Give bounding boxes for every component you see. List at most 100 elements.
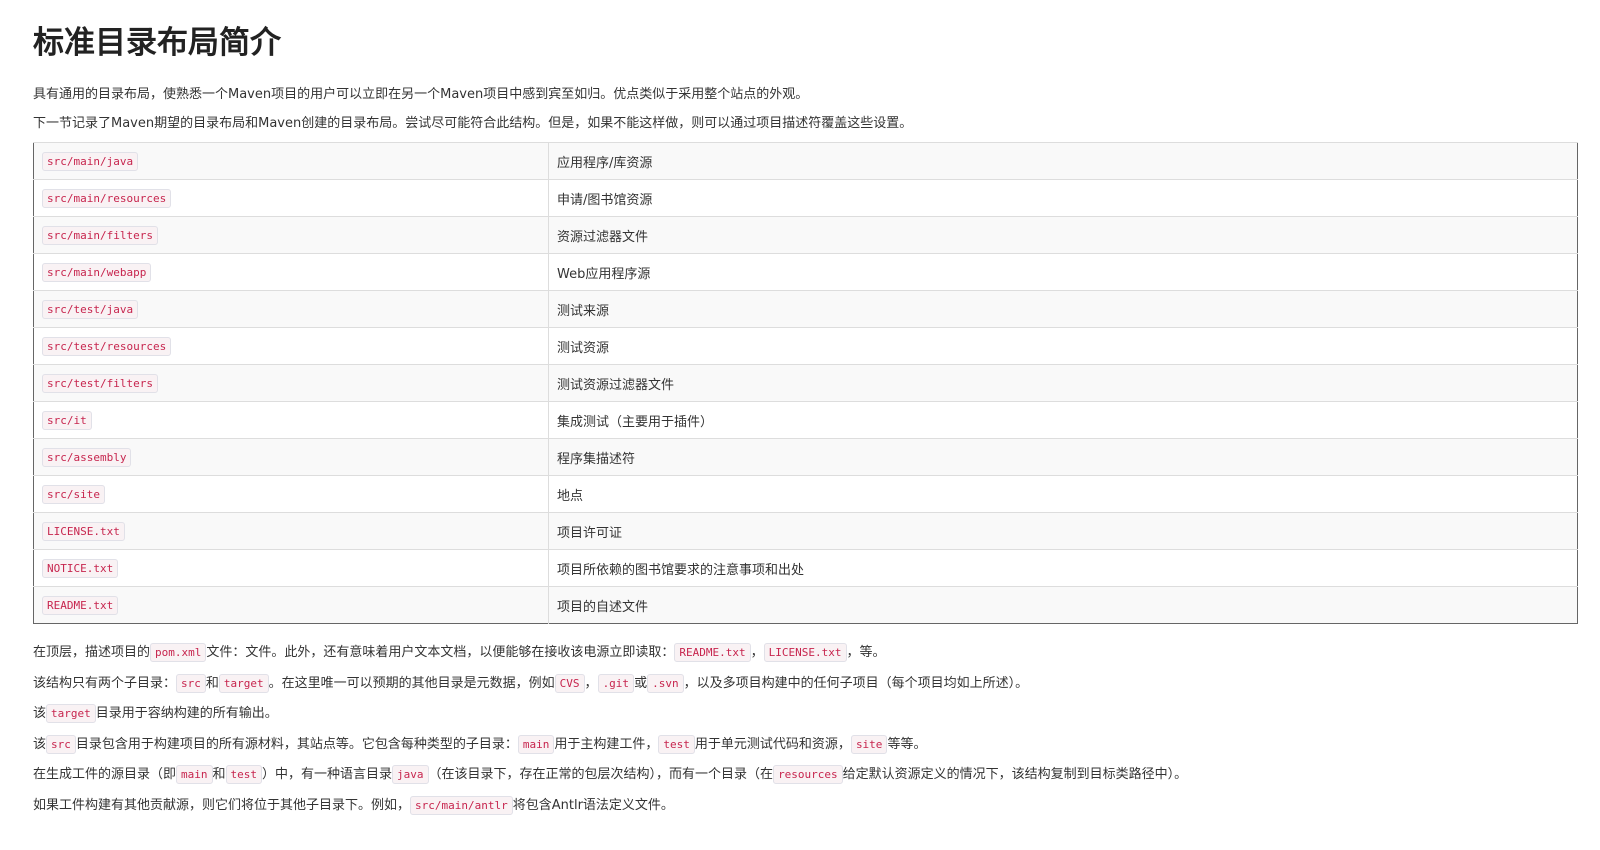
explanation-section: 在顶层，描述项目的 pom.xml 文件：文件。此外，还有意味着用户文本文档，以便能… [33, 638, 1578, 821]
path-code: src/test/java [42, 299, 139, 319]
path-code: src/test/resources [42, 336, 172, 356]
text-span: 该 [33, 736, 47, 752]
article: 标准目录布局简介 具有通用的目录布局，使熟悉一个Maven项目的用户可以立即在另… [33, 18, 1578, 821]
inline-code: src/main/antlr [410, 795, 513, 815]
path-cell: LICENSE.txt [33, 512, 549, 550]
inline-code: src [176, 673, 206, 693]
path-cell: src/test/resources [33, 327, 549, 365]
table-row: NOTICE.txt 项目所依赖的图书馆要求的注意事项和出处 [33, 549, 1578, 587]
table-row: LICENSE.txt 项目许可证 [33, 512, 1578, 550]
intro-paragraph-2: 下一节记录了Maven期望的目录布局和Maven创建的目录布局。尝试尽可能符合此… [33, 116, 913, 131]
directory-layout-table: src/main/java 应用程序/库资源 src/main/resource… [33, 142, 1578, 624]
inline-code: resources [773, 765, 843, 784]
description-cell: 地点 [548, 475, 1578, 513]
description-cell: Web应用程序源 [548, 253, 1578, 291]
paragraph-subdirectories: 该结构只有两个子目录： src 和 target 。在这里唯一可以预期的其他目录是元数据… [33, 669, 1578, 700]
inline-code: test [225, 765, 263, 784]
path-code: README.txt [42, 595, 119, 615]
table-row: src/main/java 应用程序/库资源 [33, 142, 1578, 180]
text-span: （在该目录下，存在正常的包层次结构），而有一个目录（在 [428, 767, 774, 782]
inline-code: target [218, 673, 269, 693]
text-span: 给定默认资源定义的情况下，该结构复制到目标类路径中）。 [842, 767, 1188, 782]
intro-paragraph-1: 具有通用的目录布局，使熟悉一个Maven项目的用户可以立即在另一个Maven项目… [33, 87, 809, 102]
text-span: 等等。 [887, 736, 927, 752]
text-span: ， [584, 675, 598, 691]
table-row: src/main/resources 申请/图书馆资源 [33, 179, 1578, 217]
text-span: 如果工件构建有其他贡献源，则它们将位于其他子目录下。例如， [33, 797, 411, 813]
description-cell: 测试资源过滤器文件 [548, 364, 1578, 402]
path-code: src/it [42, 410, 92, 430]
text-span: 目录包含用于构建项目的所有源材料，其站点等。它包含每种类型的子目录： [75, 736, 518, 752]
table-row: src/site 地点 [33, 475, 1578, 513]
path-code: src/main/resources [42, 188, 172, 208]
path-code: LICENSE.txt [42, 521, 125, 541]
path-code: src/site [42, 484, 105, 504]
path-cell: src/site [33, 475, 549, 513]
inline-code: LICENSE.txt [763, 643, 847, 662]
path-cell: src/assembly [33, 438, 549, 476]
description-cell: 测试资源 [548, 327, 1578, 365]
table-row: src/main/webapp Web应用程序源 [33, 253, 1578, 291]
inline-code: README.txt [674, 643, 751, 662]
text-span: 和 [212, 767, 226, 782]
path-code: src/assembly [42, 447, 132, 467]
table-row: src/assembly 程序集描述符 [33, 438, 1578, 476]
text-span: ，等。 [846, 645, 886, 660]
paragraph-src: 该 src 目录包含用于构建项目的所有源材料，其站点等。它包含每种类型的子目录： ma… [33, 730, 1578, 761]
text-span: 或 [634, 675, 648, 691]
table-row: src/test/filters 测试资源过滤器文件 [33, 364, 1578, 402]
path-code: NOTICE.txt [42, 558, 119, 578]
description-cell: 项目的自述文件 [548, 586, 1578, 624]
table-row: src/test/java 测试来源 [33, 290, 1578, 328]
text-span: 用于主构建工件， [554, 736, 659, 752]
text-span: ）中，有一种语言目录 [262, 767, 393, 782]
inline-code: src [46, 734, 76, 754]
paragraph-source-dirs: 在生成工件的源目录（即 main 和 test ）中，有一种语言目录 java （在该目录下… [33, 760, 1578, 791]
text-span: 和 [205, 675, 219, 691]
text-span: ， [750, 645, 764, 660]
path-code: src/test/filters [42, 373, 158, 393]
path-cell: src/main/filters [33, 216, 549, 254]
path-code: src/main/webapp [42, 262, 152, 282]
description-cell: 申请/图书馆资源 [548, 179, 1578, 217]
text-span: 该结构只有两个子目录： [33, 675, 177, 691]
page-title: 标准目录布局简介 [33, 25, 281, 61]
path-code: src/main/java [42, 151, 139, 171]
inline-code: CVS [554, 673, 585, 693]
description-cell: 程序集描述符 [548, 438, 1578, 476]
table-row: src/test/resources 测试资源 [33, 327, 1578, 365]
description-cell: 应用程序/库资源 [548, 142, 1578, 180]
path-cell: src/main/java [33, 142, 549, 180]
inline-code: target [46, 704, 96, 723]
path-cell: README.txt [33, 586, 549, 624]
description-cell: 测试来源 [548, 290, 1578, 328]
path-cell: src/it [33, 401, 549, 439]
text-span: 在生成工件的源目录（即 [33, 767, 177, 782]
paragraph-other-sources: 如果工件构建有其他贡献源，则它们将位于其他子目录下。例如， src/main/an… [33, 791, 1578, 822]
path-cell: src/test/filters [33, 364, 549, 402]
inline-code: pom.xml [150, 643, 207, 662]
description-cell: 集成测试（主要用于插件） [548, 401, 1578, 439]
table-row: src/it 集成测试（主要用于插件） [33, 401, 1578, 439]
description-cell: 资源过滤器文件 [548, 216, 1578, 254]
path-cell: src/main/resources [33, 179, 549, 217]
text-span: 用于单元测试代码和资源， [694, 736, 851, 752]
inline-code: java [392, 765, 429, 784]
text-span: 在顶层，描述项目的 [33, 645, 151, 660]
text-span: 目录用于容纳构建的所有输出。 [95, 706, 278, 721]
inline-code: site [850, 734, 888, 754]
table-row: src/main/filters 资源过滤器文件 [33, 216, 1578, 254]
description-cell: 项目许可证 [548, 512, 1578, 550]
path-code: src/main/filters [42, 225, 158, 245]
table-row: README.txt 项目的自述文件 [33, 586, 1578, 624]
inline-code: main [176, 765, 213, 784]
inline-code: test [658, 734, 695, 754]
text-span: 该 [33, 706, 47, 721]
path-cell: src/main/webapp [33, 253, 549, 291]
paragraph-top-level: 在顶层，描述项目的 pom.xml 文件：文件。此外，还有意味着用户文本文档，以便能… [33, 638, 1578, 669]
inline-code: main [517, 734, 555, 754]
text-span: 将包含Antlr语法定义文件。 [512, 797, 674, 813]
paragraph-target: 该 target 目录用于容纳构建的所有输出。 [33, 699, 1578, 730]
path-cell: src/test/java [33, 290, 549, 328]
text-span: 文件：文件。此外，还有意味着用户文本文档，以便能够在接收该电源立即读取： [206, 645, 675, 660]
